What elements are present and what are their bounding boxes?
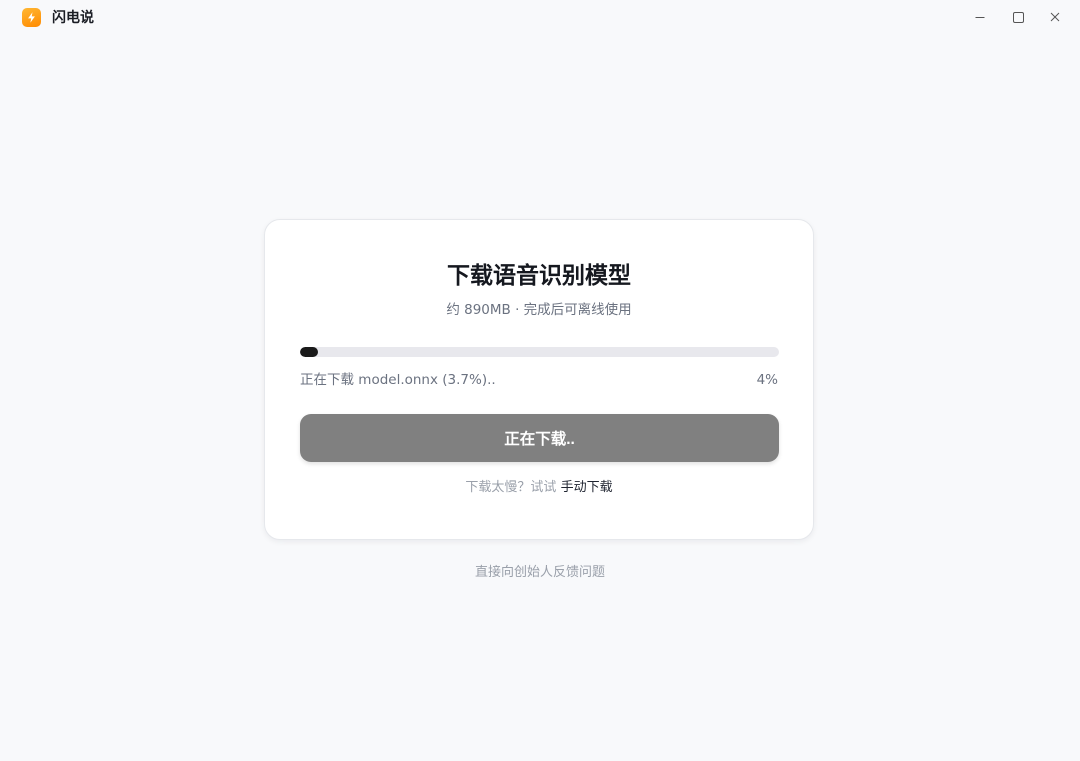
maximize-icon: [1012, 11, 1024, 23]
app-title: 闪电说: [52, 10, 94, 26]
download-model-card: 下载语音识别模型 约 890MB · 完成后可离线使用 正在下载 model.o…: [264, 219, 814, 540]
downloading-button[interactable]: 正在下载..: [300, 414, 779, 462]
download-status-text: 正在下载 model.onnx (3.7%)..: [300, 372, 496, 388]
lightning-icon: [22, 8, 41, 27]
slow-download-help: 下载太慢？试试 手动下载: [265, 479, 813, 497]
title-bar: 闪电说: [0, 0, 1080, 36]
help-prefix: 下载太慢？试试: [465, 480, 561, 495]
minimize-button[interactable]: [961, 0, 999, 34]
card-title: 下载语音识别模型: [447, 263, 631, 289]
founder-feedback-link[interactable]: 直接向创始人反馈问题: [0, 564, 1080, 582]
progress-fill: [300, 347, 318, 357]
download-percent: 4%: [756, 372, 778, 388]
manual-download-link[interactable]: 手动下载: [561, 480, 613, 495]
download-progress-bar: [300, 347, 779, 357]
card-subtitle: 约 890MB · 完成后可离线使用: [446, 302, 632, 318]
minimize-icon: [975, 17, 985, 18]
close-icon: [1050, 12, 1060, 22]
close-button[interactable]: [1036, 0, 1074, 34]
maximize-button[interactable]: [999, 0, 1037, 34]
